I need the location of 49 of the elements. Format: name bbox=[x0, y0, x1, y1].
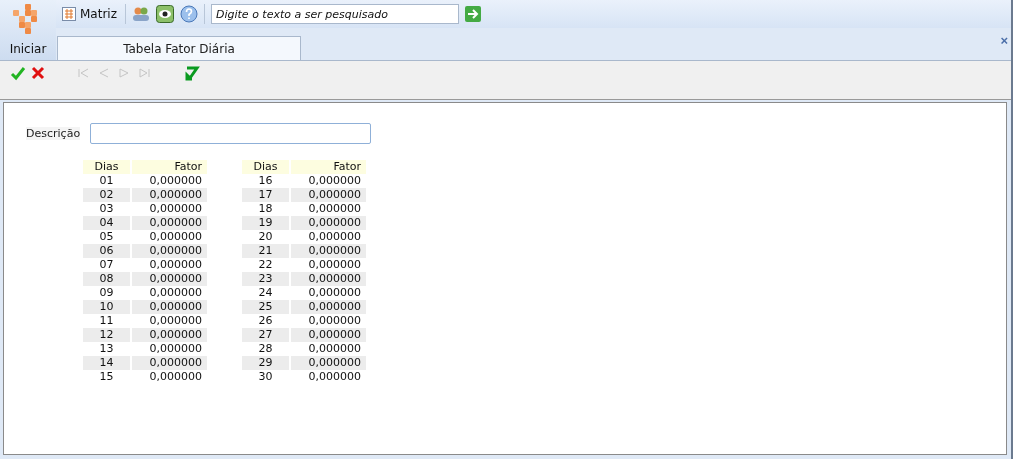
grid-icon bbox=[62, 7, 76, 21]
column-header: Fator bbox=[291, 160, 366, 174]
table-cell: 06 bbox=[83, 244, 130, 258]
table-cell: 17 bbox=[242, 188, 289, 202]
table-cell: 21 bbox=[242, 244, 289, 258]
arrow-right-icon[interactable] bbox=[465, 6, 481, 22]
table-cell: 0,000000 bbox=[291, 188, 366, 202]
last-record-icon bbox=[136, 65, 152, 81]
search-field[interactable]: Digite o texto a ser pesquisado bbox=[211, 4, 459, 24]
table-cell: 0,000000 bbox=[291, 216, 366, 230]
column-header: Fator bbox=[132, 160, 207, 174]
table-cell: 04 bbox=[83, 216, 130, 230]
table-cell: 0,000000 bbox=[291, 300, 366, 314]
close-icon bbox=[30, 65, 46, 81]
column-header: Dias bbox=[242, 160, 289, 174]
table-cell: 0,000000 bbox=[291, 328, 366, 342]
table-cell: 10 bbox=[83, 300, 130, 314]
confirm-button[interactable] bbox=[10, 65, 26, 81]
table-cell: 0,000000 bbox=[132, 188, 207, 202]
table-cell: 0,000000 bbox=[291, 356, 366, 370]
column-header: Dias bbox=[83, 160, 130, 174]
table-cell: 0,000000 bbox=[132, 300, 207, 314]
help-icon[interactable] bbox=[180, 5, 198, 23]
table-cell: 19 bbox=[242, 216, 289, 230]
table-cell: 29 bbox=[242, 356, 289, 370]
eye-icon[interactable] bbox=[156, 5, 174, 23]
start-label[interactable]: Iniciar bbox=[9, 42, 47, 56]
tab[interactable]: Tabela Fator Diária bbox=[57, 36, 301, 60]
company-button[interactable]: Matriz bbox=[60, 7, 119, 21]
table-cell: 0,000000 bbox=[132, 328, 207, 342]
close-button[interactable]: × bbox=[997, 34, 1011, 47]
cancel-button[interactable] bbox=[30, 65, 46, 81]
field-label: Descrição bbox=[26, 127, 81, 140]
description-field[interactable] bbox=[90, 123, 372, 144]
table-cell: 23 bbox=[242, 272, 289, 286]
table-cell: 08 bbox=[83, 272, 130, 286]
table-cell: 25 bbox=[242, 300, 289, 314]
table-cell: 0,000000 bbox=[291, 272, 366, 286]
table-cell: 12 bbox=[83, 328, 130, 342]
table-cell: 02 bbox=[83, 188, 130, 202]
table-cell: 0,000000 bbox=[291, 244, 366, 258]
table-cell: 0,000000 bbox=[132, 272, 207, 286]
table-cell: 14 bbox=[83, 356, 130, 370]
table-cell: 27 bbox=[242, 328, 289, 342]
table-cell: 0,000000 bbox=[132, 216, 207, 230]
users-icon[interactable] bbox=[132, 6, 150, 22]
checkmark-icon bbox=[10, 65, 26, 81]
table-cell: 0,000000 bbox=[132, 356, 207, 370]
table-cell: 0,000000 bbox=[132, 244, 207, 258]
